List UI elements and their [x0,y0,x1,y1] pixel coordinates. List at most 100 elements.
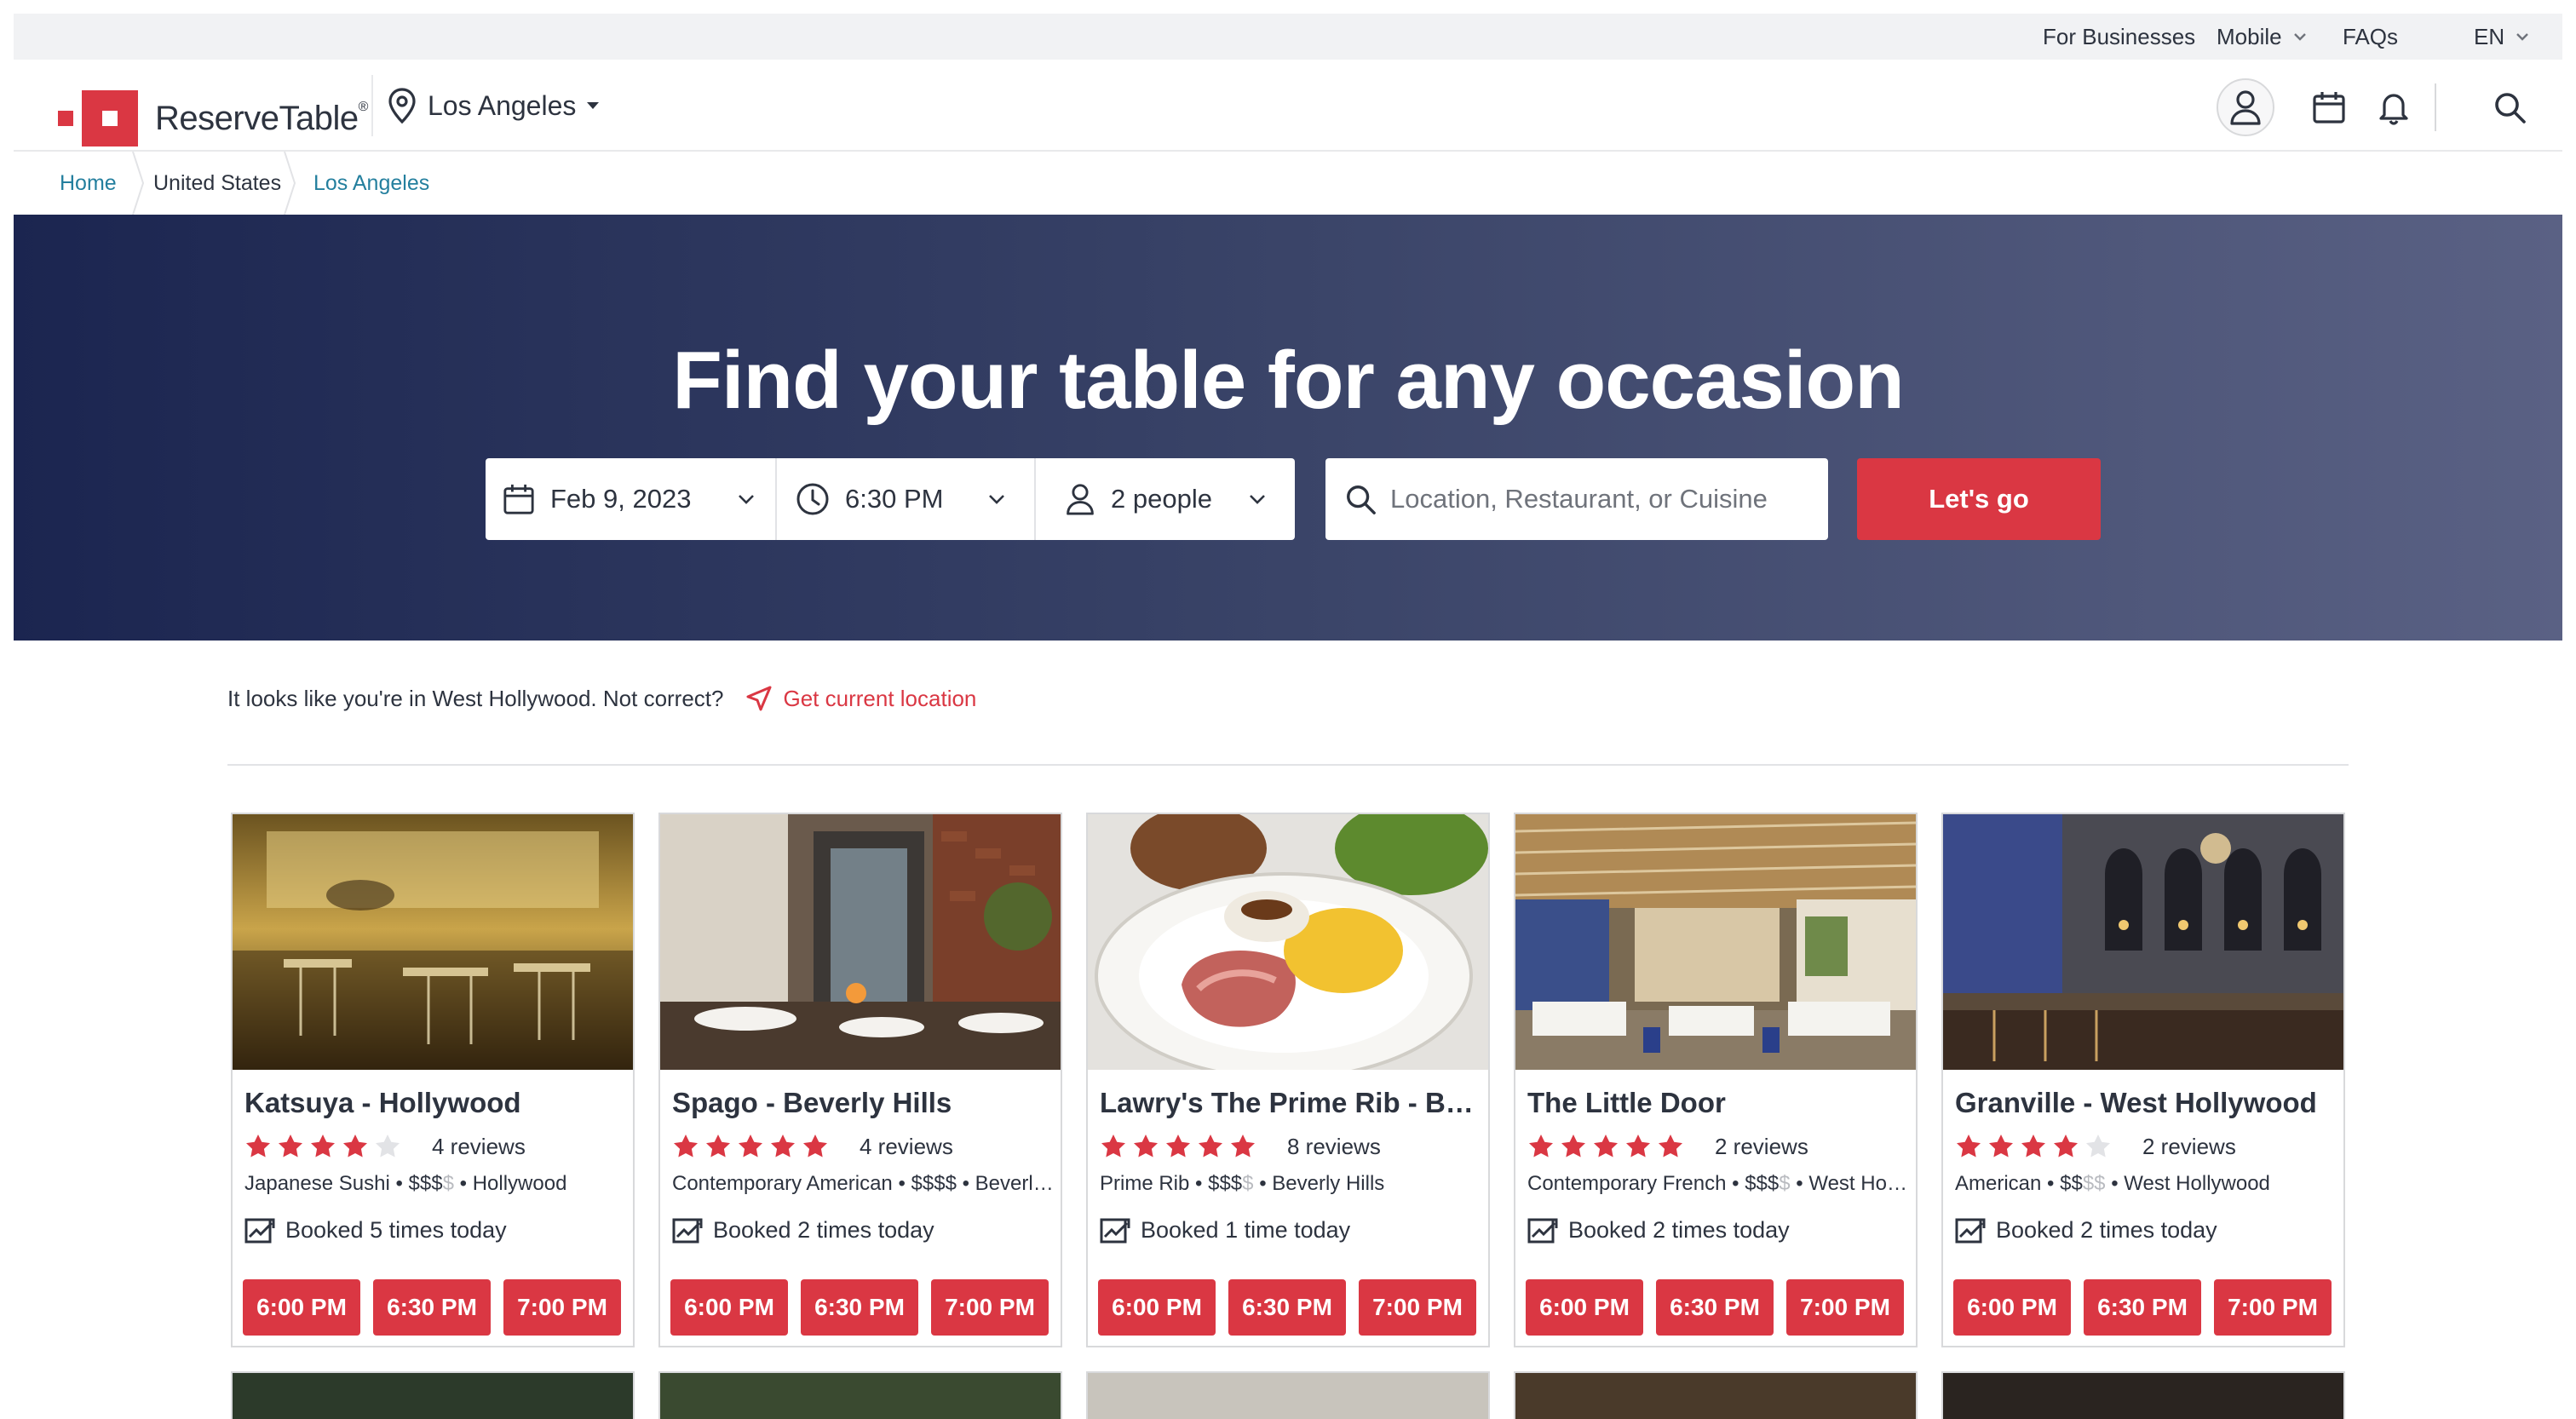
star-filled-icon [1659,1135,1682,1158]
cuisine: American [1955,1172,2042,1195]
time-slot-button[interactable]: 6:00 PM [1953,1279,2071,1336]
restaurant-name[interactable]: The Little Door [1527,1087,1902,1119]
time-slot-button[interactable]: 7:00 PM [1359,1279,1476,1336]
price-level-remaining: $ [1242,1172,1254,1195]
faqs-link[interactable]: FAQs [2343,14,2398,60]
restaurant-card-photo-partial[interactable] [231,1371,635,1419]
time-picker[interactable]: 6:30 PM [796,458,1034,540]
review-count[interactable]: 4 reviews [432,1134,526,1160]
get-current-location-link[interactable]: Get current location [784,686,977,712]
restaurant-card[interactable]: Spago - Beverly Hills 4 reviews Contempo… [658,813,1062,1347]
stars [1955,1133,2117,1160]
restaurant-name[interactable]: Spago - Beverly Hills [672,1087,1047,1119]
star-filled-icon [803,1135,827,1158]
meta-separator: • [1195,1172,1209,1195]
restaurant-card-photo-partial[interactable] [1941,1371,2345,1419]
navigation-arrow-icon[interactable] [746,686,772,711]
notifications-button[interactable] [2373,87,2414,128]
star-filled-icon [1134,1135,1158,1158]
mobile-menu[interactable]: Mobile [2217,14,2307,60]
meta-separator: • [1732,1172,1745,1195]
time-slot-button[interactable]: 6:00 PM [243,1279,360,1336]
meta-separator: • [2111,1172,2125,1195]
time-slot-button[interactable]: 6:30 PM [801,1279,918,1336]
breadcrumb: Home United States Los Angeles [14,152,2562,215]
restaurant-photo[interactable] [1088,814,1488,1070]
restaurant-name[interactable]: Granville - West Hollywood [1955,1087,2330,1119]
time-slot-button[interactable]: 6:00 PM [1526,1279,1643,1336]
time-slot-button[interactable]: 6:00 PM [670,1279,788,1336]
time-slot-button[interactable]: 6:00 PM [1098,1279,1216,1336]
star-filled-icon [771,1135,795,1158]
restaurant-photo[interactable] [233,814,633,1070]
restaurant-name[interactable]: Lawry's The Prime Rib - Beverly Hills [1100,1087,1475,1119]
time-slot-button[interactable]: 6:30 PM [1656,1279,1774,1336]
star-filled-icon [1199,1135,1222,1158]
breadcrumb-separator [132,152,145,215]
stars [672,1133,834,1160]
date-picker[interactable]: Feb 9, 2023 [503,458,775,540]
price-level: $$$ [1208,1172,1243,1195]
location-notice-message: It looks like you're in West Hollywood. … [227,685,724,711]
star-filled-icon [739,1135,762,1158]
party-size-picker[interactable]: 2 people [1065,458,1286,540]
star-filled-icon [1957,1135,1981,1158]
for-businesses-link[interactable]: For Businesses [2043,14,2195,60]
lets-go-button[interactable]: Let's go [1857,458,2101,540]
location-picker[interactable]: Los Angeles [387,83,600,128]
star-filled-icon [1561,1135,1585,1158]
meta-separator: • [898,1172,911,1195]
restaurant-card[interactable]: The Little Door 2 reviews Contemporary F… [1514,813,1918,1347]
time-slot-button[interactable]: 7:00 PM [2214,1279,2332,1336]
time-slot-button[interactable]: 6:30 PM [2084,1279,2201,1336]
meta-separator: • [1259,1172,1273,1195]
location-label: Los Angeles [428,89,577,121]
restaurant-photo[interactable] [660,814,1061,1070]
search-button[interactable] [2489,87,2530,128]
restaurant-card-photo-partial[interactable] [658,1371,1062,1419]
registered-mark: ® [358,100,369,114]
brand-name[interactable]: ReserveTable® [155,90,368,146]
star-filled-icon [1594,1135,1618,1158]
chevron-down-icon [1250,495,1265,504]
search-input[interactable] [1390,484,1799,514]
cuisine: Prime Rib [1100,1172,1190,1195]
breadcrumb-city[interactable]: Los Angeles [313,152,429,215]
restaurant-photo[interactable] [1515,814,1916,1070]
restaurant-card-photo-partial[interactable] [1086,1371,1490,1419]
restaurant-meta: American • $$$$ • West Hollywood [1955,1172,2338,1196]
profile-button[interactable] [2217,78,2274,136]
neighborhood: West Hollywood [1808,1172,1911,1195]
restaurant-meta: Japanese Sushi • $$$$ • Hollywood [244,1172,628,1196]
star-filled-icon [343,1135,367,1158]
restaurant-name[interactable]: Katsuya - Hollywood [244,1087,619,1119]
restaurant-card[interactable]: Katsuya - Hollywood 4 reviews Japanese S… [231,813,635,1347]
star-rating: 2 reviews [1527,1131,1808,1162]
price-level: $$$ [1745,1172,1780,1195]
restaurant-card[interactable]: Granville - West Hollywood 2 reviews Ame… [1941,813,2345,1347]
language-menu[interactable]: EN [2474,14,2529,60]
restaurant-photo[interactable] [1943,814,2343,1070]
reservations-button[interactable] [2309,87,2349,128]
restaurant-card[interactable]: Lawry's The Prime Rib - Beverly Hills 8 … [1086,813,1490,1347]
star-rating: 4 reviews [244,1131,526,1162]
star-filled-icon [1231,1135,1255,1158]
time-slot-button[interactable]: 7:00 PM [503,1279,621,1336]
review-count[interactable]: 2 reviews [2142,1134,2236,1160]
review-count[interactable]: 4 reviews [860,1134,953,1160]
stars [1527,1133,1689,1160]
star-filled-icon [1166,1135,1190,1158]
logo-icon[interactable] [58,90,138,146]
time-slot-button[interactable]: 6:30 PM [1228,1279,1346,1336]
date-value: Feb 9, 2023 [550,484,692,514]
review-count[interactable]: 8 reviews [1287,1134,1381,1160]
review-count[interactable]: 2 reviews [1715,1134,1808,1160]
booking-stat: Booked 2 times today [672,1213,934,1247]
time-slot-button[interactable]: 7:00 PM [931,1279,1049,1336]
time-slot-button[interactable]: 7:00 PM [1786,1279,1904,1336]
time-slot-button[interactable]: 6:30 PM [373,1279,491,1336]
restaurant-card-photo-partial[interactable] [1514,1371,1918,1419]
site-header: ReserveTable® Los Angeles [14,60,2562,152]
breadcrumb-home[interactable]: Home [60,152,117,215]
booked-count: Booked 2 times today [1568,1216,1790,1243]
